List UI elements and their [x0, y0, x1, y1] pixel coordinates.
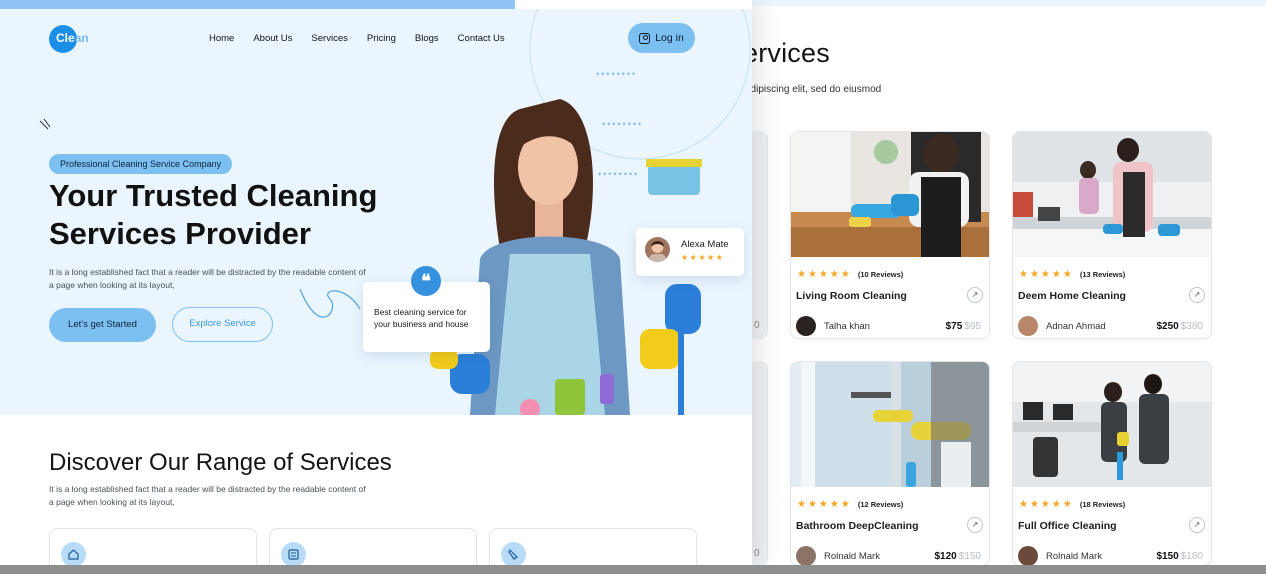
- service-name: Living Room Cleaning: [796, 290, 907, 302]
- nav-home[interactable]: Home: [209, 33, 234, 44]
- user-icon: [639, 32, 651, 44]
- arrow-up-right-icon[interactable]: ↗: [1189, 287, 1205, 303]
- service-provider: Adnan Ahmad: [1018, 316, 1106, 336]
- home-cleaning-photo: [1013, 132, 1211, 257]
- review-count: (18 Reviews): [1079, 500, 1126, 509]
- logo-text[interactable]: Clean: [56, 31, 89, 45]
- login-label: Log in: [655, 32, 684, 44]
- service-provider: Rolnald Mark: [1018, 546, 1102, 565]
- nav-contact-us[interactable]: Contact Us: [458, 33, 505, 44]
- hero-description: It is a long established fact that a rea…: [49, 267, 366, 290]
- old-price: $380: [1180, 321, 1203, 332]
- building-icon: [281, 542, 306, 565]
- service-category-card[interactable]: [269, 528, 477, 565]
- provider-name: Rolnald Mark: [1046, 550, 1102, 562]
- arrow-up-right-icon[interactable]: ↗: [967, 517, 983, 533]
- rating-stars: ★★★★★ (10 Reviews): [797, 269, 904, 280]
- login-button[interactable]: Log in: [628, 23, 695, 53]
- landing-page-panel: •••••••• •••••••• •••••••• Clean Home Ab…: [0, 0, 752, 565]
- office-cleaning-photo: [1013, 362, 1211, 487]
- service-card-deem-home[interactable]: ★★★★★ (13 Reviews) Deem Home Cleaning ↗ A…: [1012, 131, 1212, 339]
- service-name: Deem Home Cleaning: [1018, 290, 1126, 302]
- partially-hidden-card: [752, 131, 768, 339]
- service-name: Full Office Cleaning: [1018, 520, 1117, 532]
- provider-avatar: [796, 316, 816, 336]
- services-page-title: ervices: [743, 38, 830, 68]
- partially-hidden-card: [752, 361, 768, 566]
- reviewer-avatar: [645, 237, 670, 262]
- rating-stars: ★★★★★ (18 Reviews): [1019, 499, 1126, 510]
- service-price: $75 $95: [945, 321, 981, 332]
- service-category-card[interactable]: [489, 528, 697, 565]
- review-count: (12 Reviews): [857, 500, 904, 509]
- service-price: $120 $150: [934, 551, 982, 562]
- service-provider: Talha khan: [796, 316, 870, 336]
- service-card-living-room[interactable]: ★★★★★ (10 Reviews) Living Room Cleaning ↗…: [790, 131, 990, 339]
- main-nav: Home About Us Services Pricing Blogs Con…: [209, 33, 524, 44]
- provider-avatar: [1018, 316, 1038, 336]
- service-price: $150 $180: [1156, 551, 1204, 562]
- decorative-dots: ••••••••: [596, 69, 638, 79]
- nav-services[interactable]: Services: [311, 33, 347, 44]
- rating-stars: ★★★★★ (12 Reviews): [797, 499, 904, 510]
- reviewer-name: Alexa Mate: [681, 239, 729, 250]
- service-card-office[interactable]: ★★★★★ (18 Reviews) Full Office Cleaning ↗…: [1012, 361, 1212, 566]
- provider-avatar: [1018, 546, 1038, 565]
- living-room-cleaning-photo: [791, 132, 989, 257]
- provider-avatar: [796, 546, 816, 565]
- bathroom-cleaning-photo: [791, 362, 989, 487]
- spray-icon: [501, 542, 526, 565]
- nav-about-us[interactable]: About Us: [253, 33, 292, 44]
- hero-title: Your Trusted Cleaning Services Provider: [49, 178, 378, 251]
- hidden-card-price-fragment: 0: [754, 548, 760, 559]
- hidden-card-price-fragment: 0: [754, 320, 760, 331]
- provider-name: Talha khan: [824, 320, 870, 332]
- services-page-subtitle: adipiscing elit, sed do eiusmod: [745, 84, 882, 95]
- rating-stars: ★★★★★ (13 Reviews): [1019, 269, 1126, 280]
- discover-section-title: Discover Our Range of Services: [49, 449, 392, 476]
- quote-icon: ❝: [411, 266, 441, 296]
- service-category-card[interactable]: [49, 528, 257, 565]
- arrow-up-right-icon[interactable]: ↗: [1189, 517, 1205, 533]
- service-card-bathroom[interactable]: ★★★★★ (12 Reviews) Bathroom DeepCleaning …: [790, 361, 990, 566]
- explore-service-button[interactable]: Explore Service: [172, 307, 273, 342]
- service-name: Bathroom DeepCleaning: [796, 520, 919, 532]
- review-count: (10 Reviews): [857, 270, 904, 279]
- nav-blogs[interactable]: Blogs: [415, 33, 439, 44]
- home-icon: [61, 542, 86, 565]
- window-bottom-bar: [0, 565, 1266, 574]
- provider-name: Rolnald Mark: [824, 550, 880, 562]
- old-price: $150: [958, 551, 981, 562]
- old-price: $180: [1180, 551, 1203, 562]
- nav-pricing[interactable]: Pricing: [367, 33, 396, 44]
- get-started-button[interactable]: Let's get Started: [49, 308, 156, 342]
- reviewer-stars: ★★★★★: [681, 253, 725, 262]
- arrow-up-right-icon[interactable]: ↗: [967, 287, 983, 303]
- reviewer-card: Alexa Mate ★★★★★: [636, 228, 744, 276]
- service-price: $250 $380: [1156, 321, 1204, 332]
- service-provider: Rolnald Mark: [796, 546, 880, 565]
- hero-section: •••••••• •••••••• •••••••• Clean Home Ab…: [0, 9, 752, 415]
- review-count: (13 Reviews): [1079, 270, 1126, 279]
- hero-badge: Professional Cleaning Service Company: [49, 154, 233, 174]
- provider-name: Adnan Ahmad: [1046, 320, 1106, 332]
- old-price: $95: [964, 321, 981, 332]
- landing-top-strip: [0, 0, 515, 9]
- discover-section-description: It is a long established fact that a rea…: [49, 484, 366, 507]
